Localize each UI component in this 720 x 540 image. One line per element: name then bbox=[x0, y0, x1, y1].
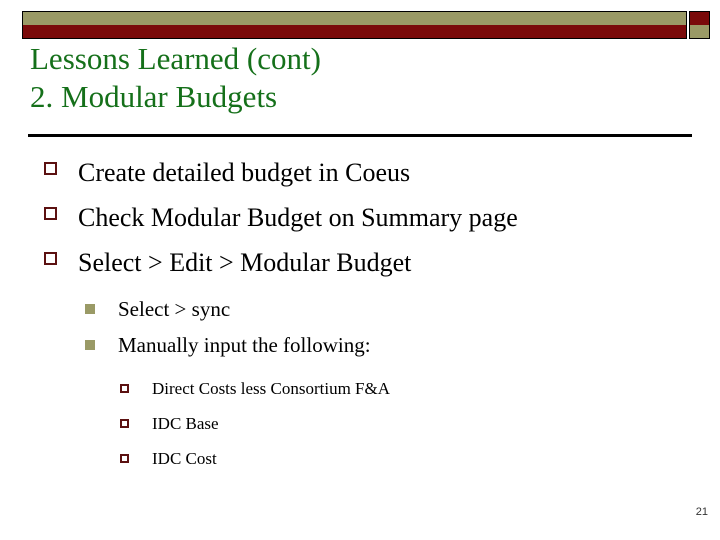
slide-body: Create detailed budget in Coeus Check Mo… bbox=[0, 150, 720, 476]
bullet-level2-label-1: Select > sync bbox=[118, 297, 231, 321]
banner-cap-maroon bbox=[689, 11, 710, 25]
banner-cap-tan bbox=[689, 25, 710, 39]
banner-bar-tan bbox=[22, 11, 687, 25]
bullet-level2-item-2: Manually input the following: bbox=[0, 327, 720, 363]
bullet-level1-item-3: Select > Edit > Modular Budget bbox=[0, 240, 720, 285]
slide-title: Lessons Learned (cont) 2. Modular Budget… bbox=[30, 40, 690, 116]
slide-canvas: Lessons Learned (cont) 2. Modular Budget… bbox=[0, 0, 720, 540]
banner-bar-maroon bbox=[22, 25, 687, 39]
hollow-square-icon bbox=[44, 252, 57, 265]
page-number: 21 bbox=[695, 506, 708, 518]
bullet-level1-item-2: Check Modular Budget on Summary page bbox=[0, 195, 720, 240]
banner-row-top bbox=[22, 11, 710, 25]
bullet-level1-label-1: Create detailed budget in Coeus bbox=[78, 158, 411, 187]
hollow-square-small-icon bbox=[120, 454, 129, 463]
top-banner bbox=[22, 11, 710, 39]
bullet-level3-item-2: IDC Base bbox=[0, 406, 720, 441]
hollow-square-icon bbox=[44, 162, 57, 175]
bullet-level3-item-3: IDC Cost bbox=[0, 441, 720, 476]
bullet-level2-label-2: Manually input the following: bbox=[118, 333, 371, 357]
hollow-square-small-icon bbox=[120, 384, 129, 393]
bullet-level3-label-3: IDC Cost bbox=[152, 449, 217, 468]
bullet-level1-label-3: Select > Edit > Modular Budget bbox=[78, 248, 412, 277]
slide-title-line-1: Lessons Learned (cont) bbox=[30, 41, 321, 76]
bullet-level1-item-1: Create detailed budget in Coeus bbox=[0, 150, 720, 195]
filled-square-icon bbox=[85, 304, 95, 314]
bullet-level3-group: Direct Costs less Consortium F&A IDC Bas… bbox=[0, 371, 720, 476]
bullet-level3-label-2: IDC Base bbox=[152, 414, 219, 433]
filled-square-icon bbox=[85, 340, 95, 350]
bullet-level2-group: Select > sync Manually input the followi… bbox=[0, 291, 720, 363]
bullet-level2-item-1: Select > sync bbox=[0, 291, 720, 327]
slide-title-line-2: 2. Modular Budgets bbox=[30, 79, 278, 114]
bullet-level3-item-1: Direct Costs less Consortium F&A bbox=[0, 371, 720, 406]
bullet-level1-label-2: Check Modular Budget on Summary page bbox=[78, 203, 518, 232]
hollow-square-icon bbox=[44, 207, 57, 220]
banner-row-bottom bbox=[22, 25, 710, 39]
hollow-square-small-icon bbox=[120, 419, 129, 428]
bullet-level3-label-1: Direct Costs less Consortium F&A bbox=[152, 379, 391, 398]
title-divider-rule bbox=[28, 134, 692, 137]
